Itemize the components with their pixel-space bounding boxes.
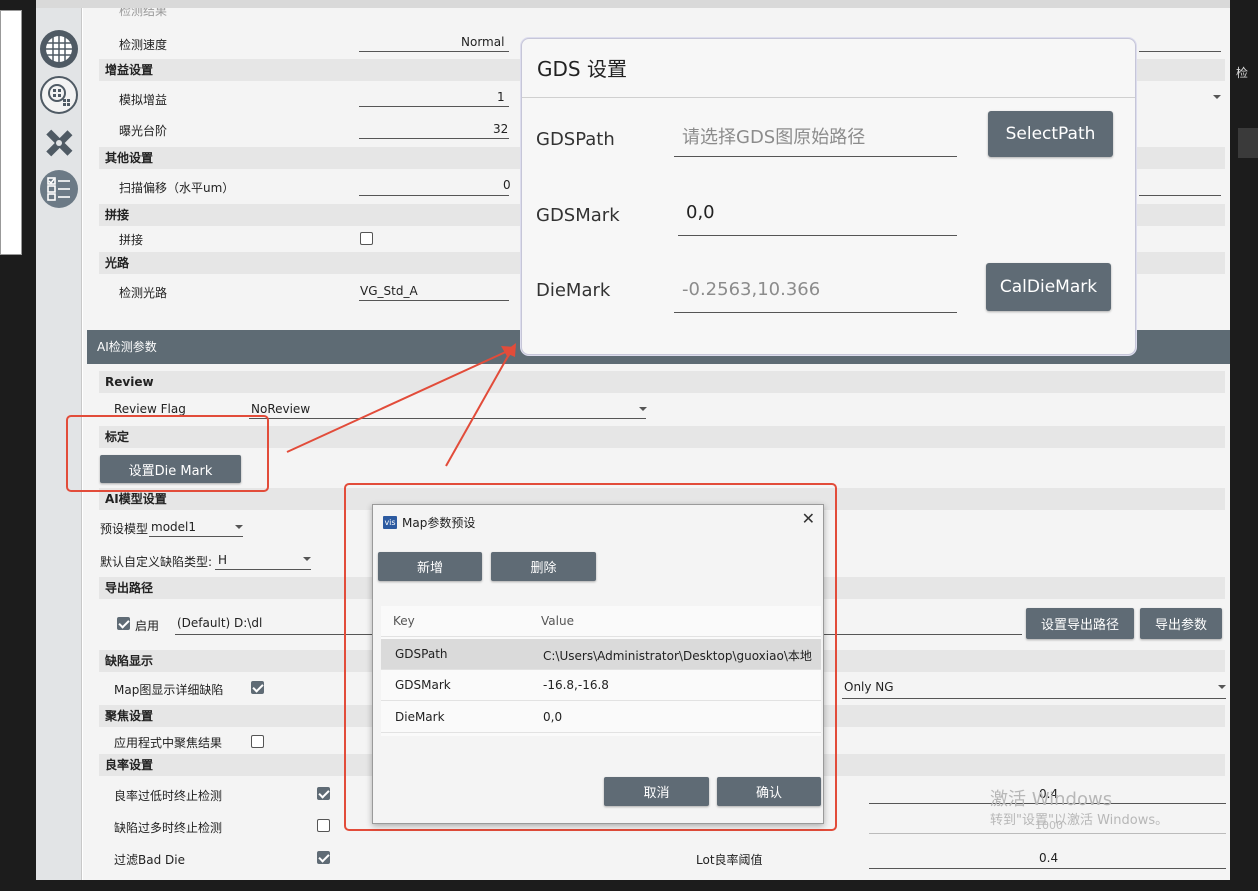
add-button[interactable]: 新增 <box>378 552 482 581</box>
close-icon[interactable]: ✕ <box>802 509 815 528</box>
arrow-line-2 <box>445 348 513 467</box>
die-mark-input[interactable]: -0.2563,10.366 <box>674 273 957 313</box>
gds-mark-label: GDSMark <box>536 205 620 226</box>
gds-path-input[interactable]: 请选择GDS图原始路径 <box>674 117 957 157</box>
confirm-button[interactable]: 确认 <box>717 777 821 806</box>
table-header: Key Value <box>381 606 821 637</box>
dialog-title: Map参数预设 <box>402 516 476 530</box>
delete-button[interactable]: 删除 <box>491 552 596 581</box>
cancel-button[interactable]: 取消 <box>604 777 709 806</box>
select-path-button[interactable]: SelectPath <box>988 111 1113 157</box>
dialog-title-bar: vis Map参数预设 <box>383 514 475 531</box>
die-mark-label: DieMark <box>536 280 611 301</box>
table-row[interactable]: DieMark 0,0 <box>381 702 821 733</box>
table-row[interactable]: GDSMark -16.8,-16.8 <box>381 670 821 701</box>
cal-die-mark-button[interactable]: CalDieMark <box>986 263 1111 311</box>
table-row[interactable]: GDSPath C:\Users\Administrator\Desktop\g… <box>381 639 821 670</box>
column-header-value: Value <box>541 614 574 628</box>
app-logo-icon: vis <box>383 516 397 529</box>
gds-settings-panel: GDS 设置 GDSPath 请选择GDS图原始路径 SelectPath GD… <box>521 38 1136 355</box>
arrow-line-1 <box>286 349 511 453</box>
gds-path-label: GDSPath <box>536 129 615 150</box>
map-preset-dialog: vis Map参数预设 ✕ 新增 删除 Key Value GDSPath C:… <box>372 504 824 824</box>
gds-mark-input[interactable]: 0,0 <box>678 196 957 236</box>
preset-table: Key Value GDSPath C:\Users\Administrator… <box>381 606 821 736</box>
gds-title: GDS 设置 <box>537 57 627 81</box>
column-header-key: Key <box>393 614 415 628</box>
